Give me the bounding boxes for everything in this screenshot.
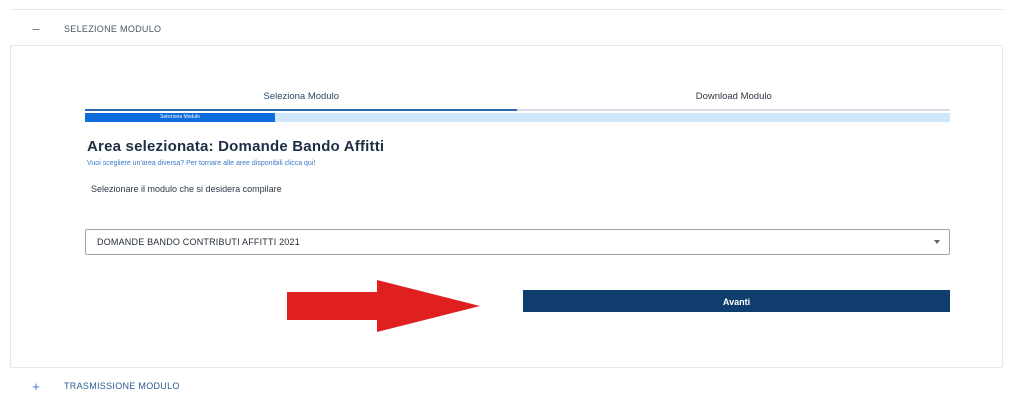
step-track-active — [85, 109, 517, 111]
change-area-link[interactable]: Vuoi scegliere un'area diversa? Per torn… — [87, 160, 315, 167]
section-trasmissione-modulo-header[interactable]: + TRASMISSIONE MODULO — [28, 378, 180, 394]
collapse-icon[interactable]: − — [28, 22, 44, 36]
select-module-hint: Selezionare il modulo che si desidera co… — [91, 184, 282, 194]
section-title: SELEZIONE MODULO — [64, 24, 162, 34]
section-selezione-modulo-header[interactable]: − SELEZIONE MODULO — [28, 20, 161, 38]
module-select[interactable]: DOMANDE BANDO CONTRIBUTI AFFITTI 2021 — [85, 229, 950, 255]
expand-icon[interactable]: + — [28, 380, 44, 393]
module-select-value: DOMANDE BANDO CONTRIBUTI AFFITTI 2021 — [97, 237, 300, 247]
arrow-right-icon-svg — [287, 280, 480, 332]
progress-bar-fill: Seleziona Modulo — [85, 113, 275, 122]
next-button[interactable]: Avanti — [523, 290, 950, 312]
arrow-right-icon — [285, 280, 485, 332]
page: − SELEZIONE MODULO Seleziona Modulo Down… — [0, 0, 1014, 399]
section-title: TRASMISSIONE MODULO — [64, 381, 180, 391]
top-divider — [10, 9, 1004, 10]
step-download-modulo[interactable]: Download Modulo — [518, 91, 951, 105]
caret-down-icon — [934, 240, 940, 244]
area-title: Area selezionata: Domande Bando Affitti — [87, 138, 385, 155]
step-seleziona-modulo[interactable]: Seleziona Modulo — [85, 91, 518, 105]
stepper: Seleziona Modulo Download Modulo — [85, 91, 950, 105]
